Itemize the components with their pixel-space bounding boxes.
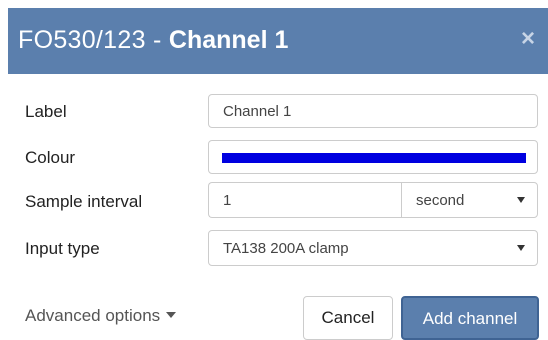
sample-interval-unit-select[interactable]: second — [401, 182, 538, 218]
advanced-options-label: Advanced options — [25, 306, 161, 325]
sample-interval-unit: second — [416, 192, 465, 209]
dialog-header: FO530/123 - Channel 1 × — [8, 8, 548, 74]
chevron-down-icon — [517, 197, 525, 203]
advanced-options-toggle[interactable]: Advanced options — [25, 306, 177, 326]
dialog-title: FO530/123 - Channel 1 — [18, 26, 288, 55]
caret-down-icon — [166, 311, 177, 318]
sample-interval-label: Sample interval — [25, 192, 143, 211]
label-input-value: Channel 1 — [223, 103, 292, 120]
label-input[interactable]: Channel 1 — [208, 94, 538, 128]
colour-picker[interactable] — [208, 140, 538, 174]
chevron-down-icon — [517, 245, 525, 251]
input-type-value: TA138 200A clamp — [223, 240, 349, 257]
label-field-label: Label — [25, 102, 67, 121]
dialog-title-code: FO530/123 - — [18, 26, 169, 54]
input-type-select[interactable]: TA138 200A clamp — [208, 230, 538, 266]
close-icon[interactable]: × — [518, 26, 538, 52]
colour-field-label: Colour — [25, 148, 76, 167]
cancel-button[interactable]: Cancel — [303, 296, 393, 340]
input-type-label: Input type — [25, 239, 100, 258]
dialog-title-name: Channel 1 — [168, 26, 289, 54]
sample-interval-input[interactable]: 1 — [208, 182, 402, 218]
add-channel-button[interactable]: Add channel — [401, 296, 539, 340]
colour-swatch — [222, 153, 526, 163]
sample-interval-value: 1 — [223, 192, 232, 209]
